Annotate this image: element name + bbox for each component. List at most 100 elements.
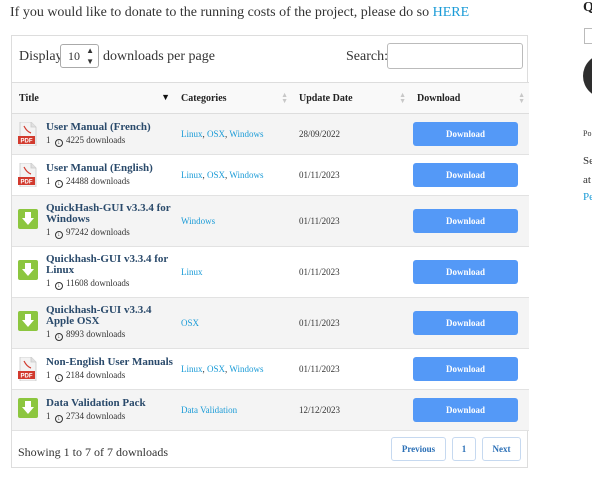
title-cell: Data Validation Pack 1 ↓ 2734 downloads <box>12 389 174 431</box>
page-1-button[interactable]: 1 <box>452 437 476 461</box>
download-count-icon: ↓ <box>54 179 63 188</box>
categories-cell: Linux, OSX, Windows <box>174 348 292 390</box>
sidebar-text-po: Po <box>583 129 592 138</box>
category-link[interactable]: OSX <box>207 129 225 139</box>
download-button[interactable]: Download <box>413 122 518 146</box>
download-button[interactable]: Download <box>413 398 518 422</box>
downloads-table: Title ▼ Categories ▲ ▼ Update Date ▲ ▼ Dow… <box>12 82 529 431</box>
table-header-row: Title ▼ Categories ▲ ▼ Update Date ▲ ▼ Dow… <box>12 82 529 114</box>
table-row: QuickHash-GUI v3.3.4 for Windows 1 ↓ 9724… <box>12 195 529 247</box>
title-cell: Quickhash-GUI v3.3.4 Apple OSX 1 ↓ 8993 d… <box>12 297 174 349</box>
table-row: PDF Non-English User Manuals 1 ↓ 2184 down… <box>12 348 529 390</box>
download-count-icon: ↓ <box>54 231 63 239</box>
version-count: 1 <box>46 227 53 237</box>
previous-button[interactable]: Previous <box>391 437 446 461</box>
category-link[interactable]: Linux <box>181 267 203 277</box>
download-button[interactable]: Download <box>413 260 518 284</box>
per-page-value: 10 <box>68 49 80 63</box>
category-link[interactable]: Windows <box>181 216 215 226</box>
table-row: PDF User Manual (English) 1 ↓ 24488 downlo… <box>12 154 529 196</box>
download-cell: Download <box>410 348 529 390</box>
category-link[interactable]: Linux <box>181 129 203 139</box>
version-count: 1 <box>46 134 53 145</box>
download-count-icon: ↓ <box>54 333 63 341</box>
sidebar-input[interactable] <box>584 28 592 44</box>
category-link[interactable]: Data Validation <box>181 405 237 415</box>
pdf-icon: PDF <box>18 162 38 188</box>
update-date-cell: 01/11/2023 <box>292 195 410 247</box>
column-header-update-date[interactable]: Update Date ▲ ▼ <box>292 82 410 114</box>
sidebar-text-se: Se <box>583 155 592 167</box>
categories-cell: Windows <box>174 195 292 247</box>
download-meta: 1 ↓ 8993 downloads <box>46 329 125 341</box>
pdf-icon: PDF <box>18 121 38 147</box>
category-link[interactable]: Linux <box>181 364 203 374</box>
search-label: Search: <box>346 49 388 64</box>
download-cell: Download <box>410 113 529 155</box>
category-link[interactable]: Windows <box>229 170 263 180</box>
version-count: 1 <box>46 175 53 186</box>
update-date-cell: 01/11/2023 <box>292 246 410 298</box>
download-count: 2734 downloads <box>63 410 126 421</box>
category-link[interactable]: OSX <box>207 170 225 180</box>
search-input[interactable] <box>387 43 523 69</box>
download-title-link[interactable]: Non-English User Manuals <box>46 356 174 368</box>
download-title-link[interactable]: Data Validation Pack <box>46 397 174 409</box>
title-cell: PDF User Manual (French) 1 ↓ 4225 download… <box>12 113 174 155</box>
column-header-download[interactable]: Download ▲ ▼ <box>410 82 529 114</box>
column-header-title[interactable]: Title ▼ <box>12 82 174 114</box>
download-arrow-icon <box>18 260 38 284</box>
per-page-select[interactable]: 10 ▲ ▼ <box>60 44 99 68</box>
svg-text:PDF: PDF <box>21 180 33 186</box>
download-button[interactable]: Download <box>413 357 518 381</box>
sort-both-icon: ▲ ▼ <box>518 91 525 105</box>
download-title-link[interactable]: Quickhash-GUI v3.3.4 Apple OSX <box>46 305 174 327</box>
download-title-link[interactable]: QuickHash-GUI v3.3.4 for Windows <box>46 203 174 225</box>
download-cell: Download <box>410 389 529 431</box>
categories-cell: Linux <box>174 246 292 298</box>
update-date-cell: 01/11/2023 <box>292 348 410 390</box>
categories-cell: Data Validation <box>174 389 292 431</box>
download-cell: Download <box>410 154 529 196</box>
svg-text:PDF: PDF <box>21 374 33 380</box>
donate-notice: If you would like to donate to the runni… <box>10 5 469 21</box>
categories-cell: Linux, OSX, Windows <box>174 113 292 155</box>
download-button[interactable]: Download <box>413 311 518 335</box>
sidebar-text-at: at <box>583 174 591 186</box>
sidebar-link-pe[interactable]: Pe <box>583 191 592 203</box>
update-date-cell: 28/09/2022 <box>292 113 410 155</box>
title-cell: PDF Non-English User Manuals 1 ↓ 2184 down… <box>12 348 174 390</box>
title-cell: PDF User Manual (English) 1 ↓ 24488 downlo… <box>12 154 174 196</box>
download-count-icon: ↓ <box>54 138 63 147</box>
category-link[interactable]: OSX <box>207 364 225 374</box>
category-link[interactable]: Windows <box>229 364 263 374</box>
category-link[interactable]: Linux <box>181 170 203 180</box>
column-header-categories[interactable]: Categories ▲ ▼ <box>174 82 292 114</box>
categories-cell: Linux, OSX, Windows <box>174 154 292 196</box>
select-caret-icon: ▲ ▼ <box>86 46 94 66</box>
download-cell: Download <box>410 195 529 247</box>
avatar <box>583 54 592 98</box>
version-count: 1 <box>46 410 53 421</box>
download-button[interactable]: Download <box>413 163 518 187</box>
category-link[interactable]: Windows <box>229 129 263 139</box>
donate-link[interactable]: HERE <box>433 5 470 20</box>
pdf-icon: PDF <box>18 356 38 382</box>
next-button[interactable]: Next <box>482 437 521 461</box>
download-count-icon: ↓ <box>54 373 63 382</box>
download-count: 11608 downloads <box>63 278 130 288</box>
download-title-link[interactable]: Quickhash-GUI v3.3.4 for Linux <box>46 254 174 276</box>
table-row: Quickhash-GUI v3.3.4 Apple OSX 1 ↓ 8993 d… <box>12 297 529 349</box>
download-arrow-icon <box>18 209 38 233</box>
table-row: Data Validation Pack 1 ↓ 2734 downloads Da… <box>12 389 529 431</box>
download-button[interactable]: Download <box>413 209 518 233</box>
pagination: Previous 1 Next <box>12 437 529 461</box>
update-date-cell: 01/11/2023 <box>292 297 410 349</box>
table-row: PDF User Manual (French) 1 ↓ 4225 download… <box>12 113 529 155</box>
per-page-label: downloads per page <box>103 49 215 64</box>
download-title-link[interactable]: User Manual (English) <box>46 162 174 174</box>
download-title-link[interactable]: User Manual (French) <box>46 121 174 133</box>
category-link[interactable]: OSX <box>181 318 199 328</box>
download-meta: 1 ↓ 97242 downloads <box>46 227 130 239</box>
right-sidebar: Q Po Se at Pe <box>583 0 592 500</box>
